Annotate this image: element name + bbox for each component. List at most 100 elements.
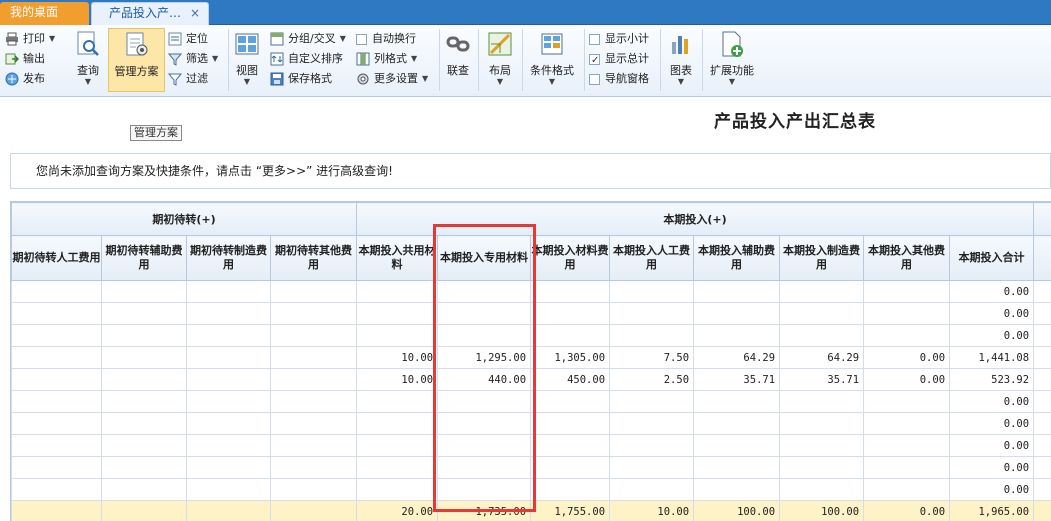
table-cell[interactable]	[779, 412, 865, 435]
table-cell[interactable]	[101, 500, 187, 521]
table-cell[interactable]	[101, 478, 187, 501]
table-cell[interactable]	[530, 280, 611, 303]
col-header[interactable]: 期初待转其他费用	[269, 235, 358, 281]
table-cell[interactable]	[11, 478, 102, 501]
table-cell[interactable]	[609, 478, 695, 501]
table-cell[interactable]	[863, 324, 951, 347]
table-cell[interactable]	[356, 302, 439, 325]
table-cell[interactable]	[101, 302, 187, 325]
table-cell[interactable]: 1,755.00	[530, 500, 611, 521]
table-cell[interactable]	[11, 368, 102, 391]
table-cell[interactable]	[101, 412, 187, 435]
table-cell[interactable]	[1033, 346, 1051, 369]
table-row[interactable]: 0.00	[11, 390, 1051, 413]
table-row[interactable]: 0.00	[11, 302, 1051, 325]
table-cell[interactable]	[186, 280, 271, 303]
table-cell[interactable]: 2.50	[609, 368, 695, 391]
table-row[interactable]: 0.00	[11, 280, 1051, 303]
column-format-button[interactable]: 列格式 ▼	[356, 50, 417, 68]
col-header[interactable]: 本期投入共用材料	[356, 235, 439, 281]
table-cell[interactable]: 440.00	[437, 368, 532, 391]
table-cell[interactable]: 0.00	[949, 324, 1035, 347]
layout-button[interactable]: 布局 ▼	[484, 28, 516, 92]
table-cell[interactable]: 1,965.00	[949, 500, 1035, 521]
col-header[interactable]: 期初待转制造费用	[186, 235, 271, 281]
table-cell[interactable]: 0.00	[949, 456, 1035, 479]
table-cell[interactable]	[530, 324, 611, 347]
table-cell[interactable]	[269, 478, 358, 501]
table-cell[interactable]	[356, 434, 439, 457]
table-cell[interactable]: 10.00	[356, 346, 439, 369]
table-cell[interactable]	[1033, 390, 1051, 413]
col-header[interactable]: 本期投入材料费用	[530, 235, 611, 281]
tab-my-desktop[interactable]: 我的桌面	[0, 2, 89, 25]
table-cell[interactable]	[1033, 478, 1051, 501]
table-cell[interactable]	[269, 412, 358, 435]
group-cross-button[interactable]: 分组/交叉 ▼	[270, 30, 346, 48]
header-group-opening[interactable]: 期初待转(+)	[11, 202, 358, 236]
table-cell[interactable]	[269, 500, 358, 521]
table-cell[interactable]: 64.29	[779, 346, 865, 369]
view-button[interactable]: 视图 ▼	[232, 28, 262, 92]
chart-button[interactable]: 图表 ▼	[665, 28, 697, 92]
table-row[interactable]: 10.00 1,295.00 1,305.00 7.50 64.29 64.29 0.00 1…	[11, 346, 1051, 369]
query-button[interactable]: 查询 ▼	[71, 28, 105, 92]
export-button[interactable]: 输出	[5, 50, 45, 68]
table-cell[interactable]	[530, 478, 611, 501]
table-cell[interactable]: 1,441.08	[949, 346, 1035, 369]
table-row[interactable]: 0.00	[11, 478, 1051, 501]
table-cell[interactable]	[186, 302, 271, 325]
table-cell[interactable]	[437, 456, 532, 479]
extend-function-button[interactable]: 扩展功能 ▼	[707, 28, 757, 92]
table-cell[interactable]: 1,305.00	[530, 346, 611, 369]
col-header[interactable]: 本期投入辅助费用	[693, 235, 781, 281]
manage-plan-button[interactable]: 管理方案	[108, 28, 165, 92]
table-cell[interactable]	[11, 500, 102, 521]
col-header[interactable]: 本期投入合计	[949, 235, 1035, 281]
table-cell[interactable]	[269, 280, 358, 303]
show-subtotal-checkbox[interactable]: 显示小计	[589, 30, 649, 48]
table-cell[interactable]	[863, 280, 951, 303]
table-cell[interactable]: 1,735.00	[437, 500, 532, 521]
table-cell[interactable]	[11, 346, 102, 369]
table-cell[interactable]	[11, 434, 102, 457]
table-cell[interactable]: 20.00	[356, 500, 439, 521]
table-cell[interactable]	[437, 412, 532, 435]
table-cell[interactable]	[863, 412, 951, 435]
filter-button[interactable]: 筛选 ▼	[168, 50, 218, 68]
table-row[interactable]: 0.00	[11, 324, 1051, 347]
table-cell[interactable]	[1033, 368, 1051, 391]
table-cell[interactable]	[1033, 280, 1051, 303]
table-cell[interactable]: 523.92	[949, 368, 1035, 391]
col-header[interactable]: 本期投入人工费用	[609, 235, 695, 281]
table-cell[interactable]	[269, 302, 358, 325]
table-cell[interactable]	[779, 456, 865, 479]
table-cell[interactable]: 10.00	[609, 500, 695, 521]
table-cell[interactable]	[269, 324, 358, 347]
table-cell[interactable]: 100.00	[693, 500, 781, 521]
total-row[interactable]: 20.00 1,735.00 1,755.00 10.00 100.00 100.00 0.…	[11, 500, 1051, 521]
table-cell[interactable]	[693, 434, 781, 457]
table-cell[interactable]	[186, 434, 271, 457]
table-cell[interactable]	[609, 324, 695, 347]
table-row[interactable]: 0.00	[11, 434, 1051, 457]
table-cell[interactable]	[530, 390, 611, 413]
table-cell[interactable]: 7.50	[609, 346, 695, 369]
table-cell[interactable]	[693, 390, 781, 413]
table-cell[interactable]	[437, 390, 532, 413]
locate-button[interactable]: 定位	[168, 30, 208, 48]
table-cell[interactable]	[269, 456, 358, 479]
col-header[interactable]: 期初待转人工费用	[11, 235, 102, 281]
table-cell[interactable]: 0.00	[863, 368, 951, 391]
more-settings-button[interactable]: 更多设置 ▼	[356, 70, 428, 88]
table-cell[interactable]	[1033, 500, 1051, 521]
table-cell[interactable]	[863, 390, 951, 413]
tab-product-io-summary[interactable]: 产品投入产… ×	[91, 2, 209, 25]
table-cell[interactable]	[779, 434, 865, 457]
table-cell[interactable]	[1033, 324, 1051, 347]
col-header[interactable]: 全	[1033, 235, 1051, 281]
auto-wrap-checkbox[interactable]: 自动换行	[356, 30, 416, 48]
table-cell[interactable]	[356, 412, 439, 435]
table-row[interactable]: 10.00 440.00 450.00 2.50 35.71 35.71 0.00 523.9…	[11, 368, 1051, 391]
table-cell[interactable]	[186, 412, 271, 435]
